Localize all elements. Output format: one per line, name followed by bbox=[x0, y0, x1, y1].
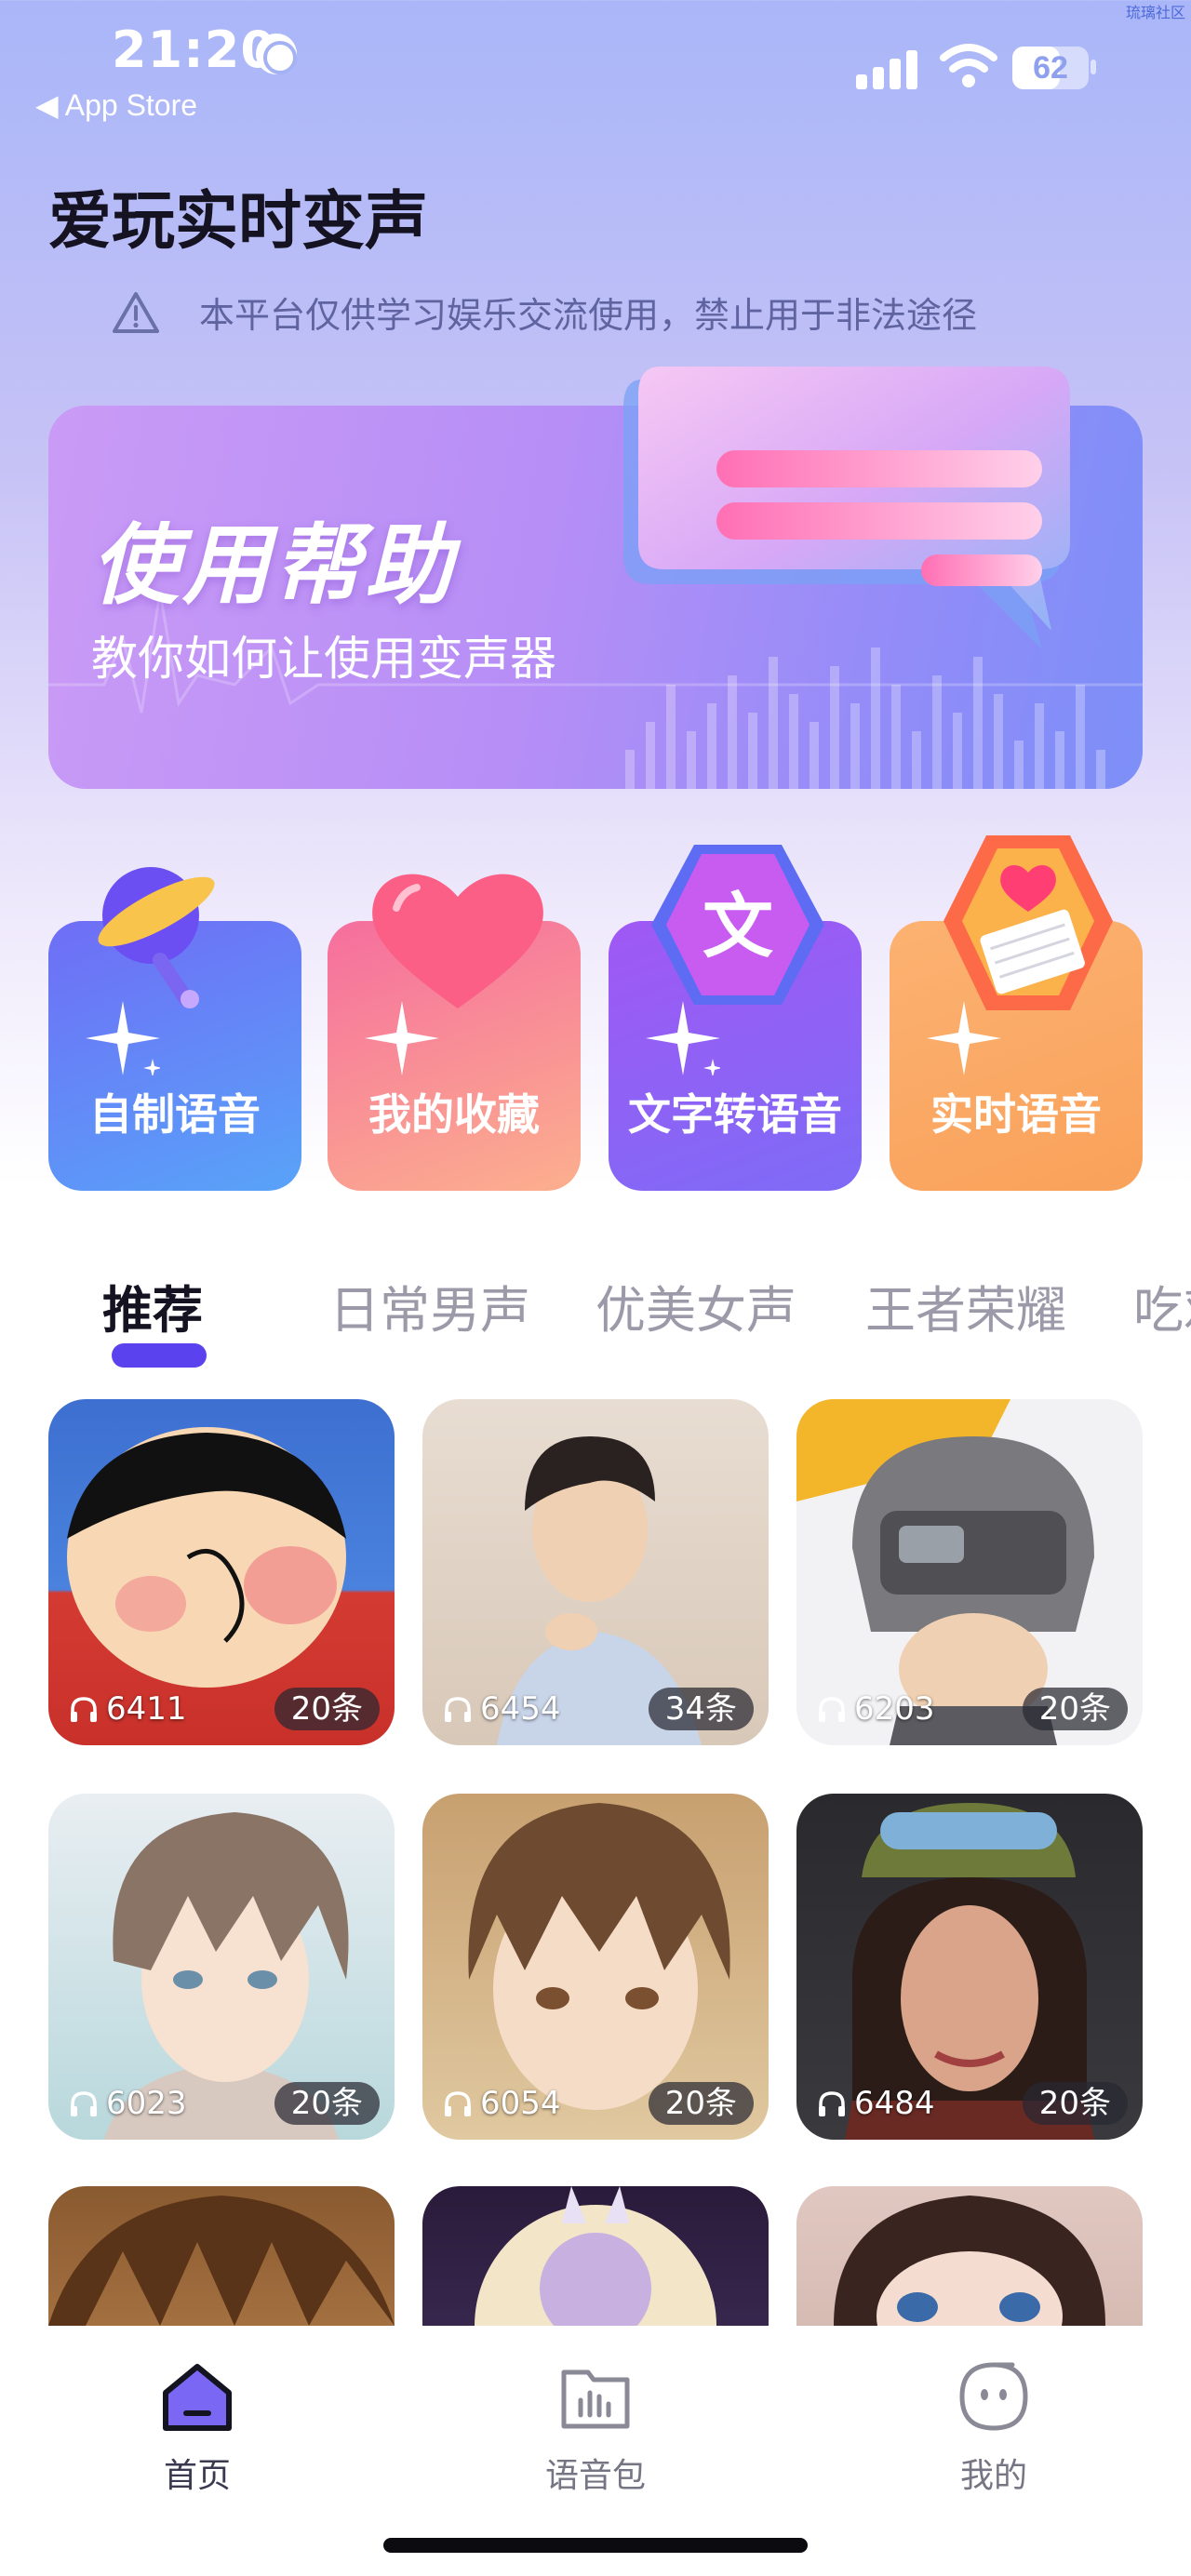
voice-pack-tile[interactable]: 6203 20条 bbox=[796, 1399, 1143, 1745]
play-count-value: 6023 bbox=[106, 2085, 187, 2122]
tile-meta: 6411 20条 bbox=[48, 1688, 395, 1730]
play-count: 6454 bbox=[443, 1688, 561, 1730]
play-count: 6484 bbox=[817, 2082, 935, 2125]
category-tabs: 推荐 日常男声 优美女声 王者荣耀 吃鸡 bbox=[48, 1250, 1191, 1371]
voice-pack-tile[interactable]: 6454 34条 bbox=[422, 1399, 769, 1745]
home-indicator bbox=[383, 2538, 808, 2553]
location-globe-icon bbox=[256, 33, 297, 74]
voice-pack-icon bbox=[561, 2369, 630, 2429]
active-tab-indicator bbox=[112, 1343, 207, 1368]
play-count-value: 6454 bbox=[480, 1690, 561, 1728]
feature-label: 自制语音 bbox=[89, 1089, 261, 1140]
voice-pack-tile[interactable] bbox=[796, 2186, 1143, 2326]
nav-label: 首页 bbox=[163, 2457, 231, 2495]
voice-pack-tile[interactable]: 6411 20条 bbox=[48, 1399, 395, 1745]
play-count: 6411 bbox=[69, 1688, 187, 1730]
clip-count-badge: 20条 bbox=[274, 1688, 380, 1730]
nav-label: 语音包 bbox=[544, 2457, 646, 2495]
tile-meta: 6023 20条 bbox=[48, 2082, 395, 2125]
status-bar: 21:20 ◀ App Store 62 琉璃社区 bbox=[0, 0, 1191, 130]
anime-girl-moon-thumbnail bbox=[475, 2186, 716, 2326]
headphone-icon bbox=[445, 1697, 471, 1722]
play-count: 6023 bbox=[69, 2082, 187, 2125]
tab-pubg[interactable]: 吃鸡 bbox=[1133, 1269, 1191, 1342]
banner-subtitle: 教你如何让使用变声器 bbox=[91, 632, 556, 686]
feature-shortcuts: 自制语音 我的收藏 文字转语音 文 实时语音 bbox=[48, 828, 1143, 1200]
headphone-icon bbox=[71, 1697, 97, 1722]
anime-girl-dark-hair-thumbnail bbox=[834, 2196, 1105, 2326]
feature-label: 实时语音 bbox=[930, 1089, 1102, 1140]
disclaimer-text: 本平台仅供学习娱乐交流使用，禁止用于非法途径 bbox=[199, 294, 978, 336]
battery-icon: 62 bbox=[1012, 47, 1089, 89]
tab-daily-male[interactable]: 日常男声 bbox=[329, 1269, 530, 1342]
chat-bubble-icon bbox=[623, 367, 1070, 649]
battery-percentage: 62 bbox=[1033, 50, 1068, 86]
clip-count-badge: 20条 bbox=[648, 2082, 754, 2125]
tile-meta: 6203 20条 bbox=[796, 1688, 1143, 1730]
clip-count-badge: 20条 bbox=[1022, 2082, 1128, 2125]
voice-pack-tile[interactable] bbox=[48, 2186, 395, 2326]
back-to-app-store-link[interactable]: ◀ App Store bbox=[35, 87, 197, 123]
voice-pack-tile[interactable]: 6023 20条 bbox=[48, 1794, 395, 2140]
tab-honor-of-kings[interactable]: 王者荣耀 bbox=[865, 1269, 1066, 1342]
heart-icon bbox=[372, 874, 543, 1008]
headphone-icon bbox=[71, 2091, 97, 2116]
clip-count-badge: 34条 bbox=[648, 1688, 754, 1730]
anime-hair-thumbnail bbox=[48, 2196, 395, 2326]
voice-pack-tile[interactable] bbox=[422, 2186, 769, 2326]
clock: 21:20 bbox=[112, 20, 276, 79]
nav-home[interactable]: 首页 bbox=[104, 2359, 290, 2499]
voice-pack-tile[interactable]: 6484 20条 bbox=[796, 1794, 1143, 2140]
wifi-icon bbox=[940, 44, 997, 87]
tile-meta: 6484 20条 bbox=[796, 2082, 1143, 2125]
nav-voice-pack[interactable]: 语音包 bbox=[502, 2359, 689, 2499]
profile-face-icon bbox=[959, 2362, 1028, 2431]
text-glyph: 文 bbox=[703, 885, 773, 968]
cellular-signal-icon bbox=[856, 47, 921, 89]
disclaimer-notice: 本平台仅供学习娱乐交流使用，禁止用于非法途径 bbox=[113, 287, 978, 337]
heart-keyboard-icon bbox=[943, 835, 1113, 1010]
watermark: 琉璃社区 bbox=[1125, 4, 1185, 21]
clip-count-badge: 20条 bbox=[1022, 1688, 1128, 1730]
sparkle-icon bbox=[86, 1001, 160, 1075]
sparkle-icon bbox=[646, 1001, 720, 1075]
nav-label: 我的 bbox=[959, 2457, 1027, 2495]
voice-pack-tile[interactable]: 6054 20条 bbox=[422, 1794, 769, 2140]
home-icon bbox=[163, 2364, 232, 2431]
headphone-icon bbox=[445, 2091, 471, 2116]
voice-pack-grid: 6411 20条 6454 34条 6203 20条 6023 20条 6054… bbox=[48, 1399, 1143, 2326]
headphone-icon bbox=[819, 1697, 845, 1722]
battery-cap bbox=[1091, 60, 1096, 74]
tile-meta: 6054 20条 bbox=[422, 2082, 769, 2125]
nav-profile[interactable]: 我的 bbox=[901, 2359, 1087, 2499]
headphone-icon bbox=[819, 2091, 845, 2116]
play-count: 6054 bbox=[443, 2082, 561, 2125]
feature-label: 文字转语音 bbox=[628, 1089, 842, 1140]
feature-label: 我的收藏 bbox=[368, 1089, 540, 1140]
banner-title: 使用帮助 bbox=[91, 515, 457, 617]
warning-triangle-icon bbox=[113, 292, 159, 333]
play-count-value: 6054 bbox=[480, 2085, 561, 2122]
clip-count-badge: 20条 bbox=[274, 2082, 380, 2125]
tile-meta: 6454 34条 bbox=[422, 1688, 769, 1730]
page-title: 爱玩实时变声 bbox=[48, 185, 429, 259]
play-count-value: 6484 bbox=[854, 2085, 935, 2122]
play-count-value: 6411 bbox=[106, 1690, 187, 1728]
microphone-icon bbox=[98, 867, 215, 1008]
tab-beautiful-female[interactable]: 优美女声 bbox=[596, 1269, 796, 1342]
play-count-value: 6203 bbox=[854, 1690, 935, 1728]
play-count: 6203 bbox=[817, 1688, 935, 1730]
tab-recommended[interactable]: 推荐 bbox=[102, 1269, 203, 1342]
